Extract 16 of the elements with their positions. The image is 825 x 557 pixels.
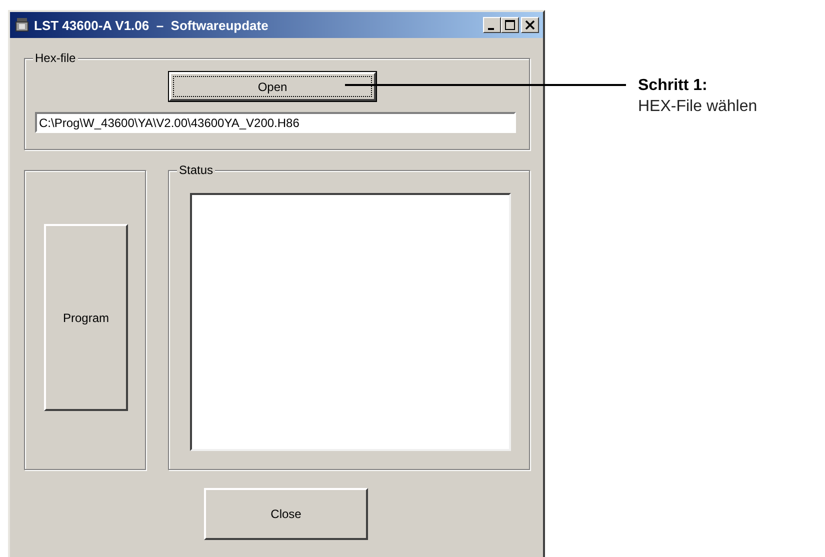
window-title: LST 43600-A V1.06 – Softwareupdate — [34, 18, 270, 32]
maximize-icon — [505, 20, 515, 30]
close-window-button[interactable] — [521, 17, 539, 33]
minimize-icon — [488, 28, 494, 30]
open-button[interactable]: Open — [169, 72, 376, 101]
minimize-button[interactable] — [483, 17, 501, 33]
program-button[interactable]: Program — [44, 224, 128, 411]
group-label: Hex-file — [33, 51, 78, 65]
close-icon — [525, 20, 535, 30]
maximize-button[interactable] — [501, 17, 519, 33]
close-button[interactable]: Close — [204, 488, 368, 540]
annotation-heading: Schritt 1: — [638, 76, 708, 96]
device-icon — [14, 17, 30, 33]
file-path-field[interactable]: C:\Prog\W_43600\YA\V2.00\43600YA_V200.H86 — [35, 112, 516, 133]
group-label: Status — [177, 163, 216, 177]
annotation-text: HEX-File wählen — [638, 97, 758, 117]
